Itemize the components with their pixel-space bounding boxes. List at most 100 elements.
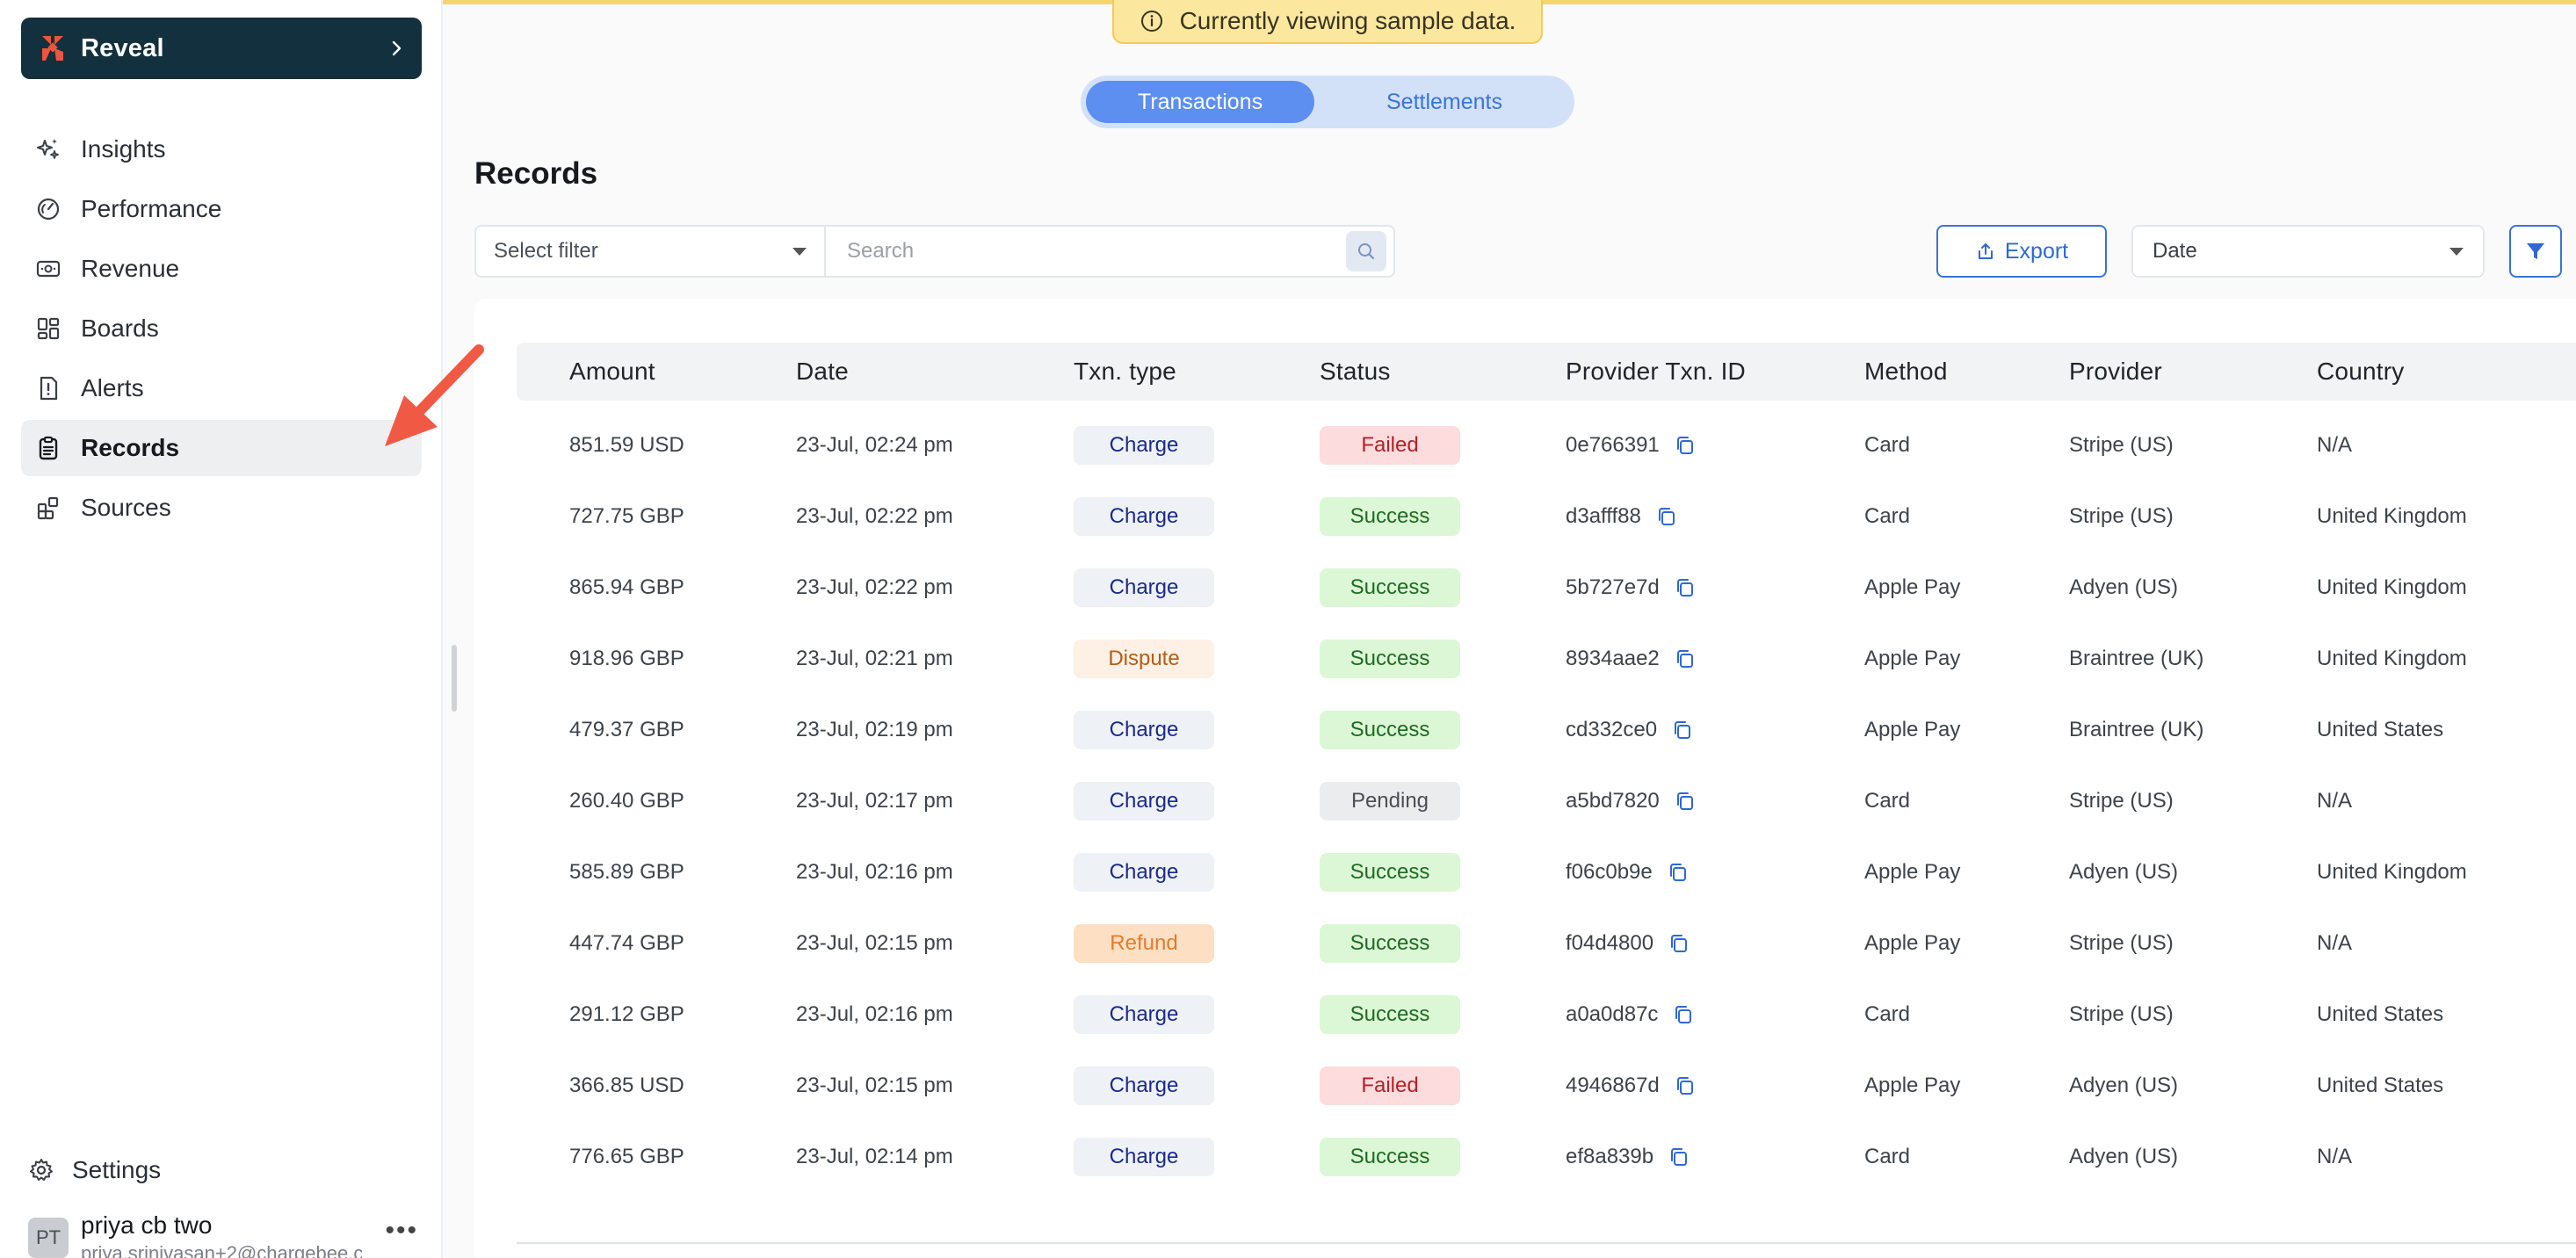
cell-amount: 776.65 GBP (569, 1121, 684, 1192)
date-value: 23-Jul, 02:15 pm (796, 1073, 953, 1097)
column-header-method[interactable]: Method (1864, 343, 1948, 401)
cell-status: Success (1320, 836, 1460, 907)
export-button[interactable]: Export (1936, 225, 2107, 278)
country-value: United States (2317, 1001, 2444, 1026)
cell-provider-txn-id: 0e766391 (1566, 409, 1697, 481)
table-row[interactable]: 291.12 GBP 23-Jul, 02:16 pm Charge Success a… (517, 979, 2576, 1050)
sidebar-item-records[interactable]: Records (21, 420, 422, 476)
date-select-value: Date (2153, 239, 2197, 263)
method-value: Apple Pay (1864, 930, 1961, 955)
table-row[interactable]: 851.59 USD 23-Jul, 02:24 pm Charge Failed 0e… (517, 409, 2576, 481)
tab-transactions[interactable]: Transactions (1086, 81, 1314, 123)
copy-icon[interactable] (1668, 932, 1690, 955)
avatar: PT (28, 1218, 69, 1258)
user-profile[interactable]: PT priya cb two priya.srinivasan+2@charg… (28, 1211, 422, 1258)
cell-country: N/A (2317, 765, 2352, 836)
cell-txn-type: Dispute (1074, 623, 1214, 694)
workspace-switcher[interactable]: Reveal (21, 18, 422, 79)
export-label: Export (2004, 238, 2069, 264)
table-row[interactable]: 260.40 GBP 23-Jul, 02:17 pm Charge Pending a… (517, 765, 2576, 836)
sidebar-item-boards[interactable]: Boards (21, 300, 422, 357)
settings-link[interactable]: Settings (28, 1156, 161, 1184)
search-button[interactable] (1346, 231, 1386, 271)
table-row[interactable]: 727.75 GBP 23-Jul, 02:22 pm Charge Success d… (517, 481, 2576, 552)
txn-type-badge: Charge (1074, 496, 1214, 536)
table-row[interactable]: 585.89 GBP 23-Jul, 02:16 pm Charge Success f… (517, 836, 2576, 907)
date-select[interactable]: Date (2131, 225, 2485, 278)
filter-button[interactable] (2509, 225, 2562, 278)
funnel-icon (2527, 243, 2544, 259)
txn-type-badge: Refund (1074, 923, 1214, 963)
cell-provider-txn-id: cd332ce0 (1566, 694, 1694, 765)
search-icon (1358, 243, 1375, 260)
tab-settlements[interactable]: Settlements (1330, 81, 1559, 123)
cell-txn-type: Charge (1074, 694, 1214, 765)
column-header-provider[interactable]: Provider (2069, 343, 2162, 401)
method-value: Apple Pay (1864, 717, 1961, 741)
copy-icon[interactable] (1672, 1003, 1695, 1026)
cell-method: Apple Pay (1864, 907, 1960, 979)
column-header-country[interactable]: Country (2317, 343, 2404, 401)
txn-type-badge: Charge (1074, 1137, 1214, 1176)
copy-icon[interactable] (1671, 719, 1694, 741)
cell-country: United States (2317, 979, 2443, 1050)
cell-date: 23-Jul, 02:19 pm (796, 694, 953, 765)
cell-amount: 447.74 GBP (569, 907, 684, 979)
chevron-right-icon (392, 40, 402, 56)
user-name: priya cb two (81, 1211, 213, 1239)
cell-txn-type: Charge (1074, 979, 1214, 1050)
copy-icon[interactable] (1655, 505, 1678, 528)
cell-date: 23-Jul, 02:22 pm (796, 552, 953, 623)
sidebar-resize-handle[interactable] (452, 645, 457, 712)
cell-txn-type: Charge (1074, 765, 1214, 836)
txn-type-badge: Charge (1074, 425, 1214, 465)
column-header-date[interactable]: Date (796, 343, 849, 401)
sidebar-item-insights[interactable]: Insights (21, 121, 422, 177)
sidebar-item-revenue[interactable]: Revenue (21, 241, 422, 297)
txn-type-badge: Charge (1074, 852, 1214, 892)
copy-icon[interactable] (1674, 647, 1697, 670)
cell-method: Card (1864, 481, 1910, 552)
table-row[interactable]: 865.94 GBP 23-Jul, 02:22 pm Charge Success 5… (517, 552, 2576, 623)
copy-icon[interactable] (1667, 861, 1690, 884)
column-header-status[interactable]: Status (1320, 343, 1391, 401)
table-row[interactable]: 776.65 GBP 23-Jul, 02:14 pm Charge Success e… (517, 1121, 2576, 1192)
txn-type-badge: Charge (1074, 994, 1214, 1034)
provider-txn-id-value: 4946867d (1566, 1073, 1660, 1097)
cell-method: Card (1864, 1121, 1910, 1192)
cell-provider: Braintree (UK) (2069, 694, 2203, 765)
cell-country: United States (2317, 1050, 2443, 1121)
copy-icon[interactable] (1674, 576, 1697, 599)
column-header-amount[interactable]: Amount (569, 343, 655, 401)
sidebar-item-alerts[interactable]: Alerts (21, 360, 422, 416)
table-row[interactable]: 918.96 GBP 23-Jul, 02:21 pm Dispute Success… (517, 623, 2576, 694)
column-header-txn-type[interactable]: Txn. type (1074, 343, 1176, 401)
cell-provider-txn-id: 8934aae2 (1566, 623, 1697, 694)
table-row[interactable]: 447.74 GBP 23-Jul, 02:15 pm Refund Success f… (517, 907, 2576, 979)
table-row[interactable]: 479.37 GBP 23-Jul, 02:19 pm Charge Success c… (517, 694, 2576, 765)
records-tabs: Transactions Settlements (1081, 76, 1574, 128)
date-value: 23-Jul, 02:17 pm (796, 788, 953, 813)
column-header-provider-txn-id[interactable]: Provider Txn. ID (1566, 343, 1746, 401)
sidebar-item-performance[interactable]: Performance (21, 181, 422, 237)
sidebar: Reveal Insights Performance Revenue Boar… (0, 0, 443, 1258)
provider-txn-id-value: cd332ce0 (1566, 717, 1658, 741)
search-input[interactable] (847, 239, 1346, 264)
copy-icon[interactable] (1668, 1146, 1690, 1168)
country-value: United States (2317, 717, 2444, 741)
txn-type-badge: Charge (1074, 781, 1214, 821)
provider-txn-id-value: a5bd7820 (1566, 788, 1660, 813)
status-badge: Success (1320, 710, 1460, 749)
more-options-icon[interactable]: ••• (385, 1216, 418, 1246)
table-row[interactable]: 366.85 USD 23-Jul, 02:15 pm Charge Failed 49… (517, 1050, 2576, 1121)
date-value: 23-Jul, 02:24 pm (796, 432, 953, 457)
copy-icon[interactable] (1674, 1074, 1697, 1097)
copy-icon[interactable] (1674, 434, 1697, 457)
records-table-card: Amount Date Txn. type Status Provider Tx… (474, 299, 2576, 1258)
filter-select[interactable]: Select filter (474, 225, 826, 278)
sidebar-item-sources[interactable]: Sources (21, 480, 422, 536)
copy-icon[interactable] (1674, 790, 1697, 813)
provider-value: Stripe (US) (2069, 503, 2174, 528)
cell-provider: Stripe (US) (2069, 907, 2174, 979)
cell-date: 23-Jul, 02:21 pm (796, 623, 953, 694)
